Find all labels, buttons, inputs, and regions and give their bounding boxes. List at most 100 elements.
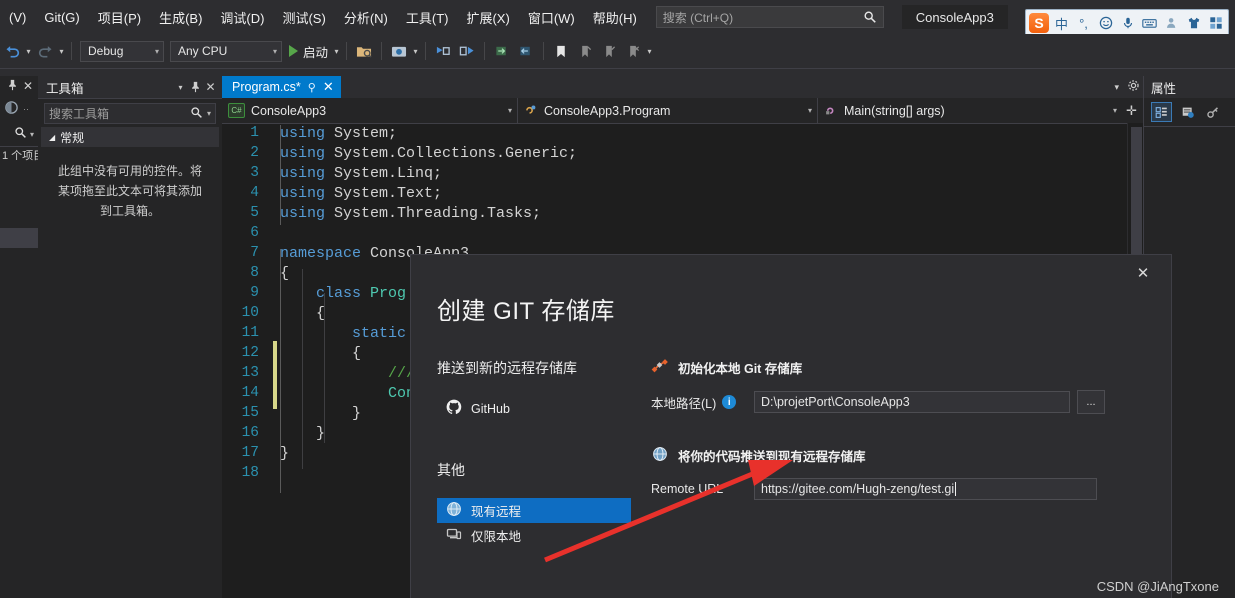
solution-name-chip[interactable]: ConsoleApp3 — [901, 5, 1008, 29]
ime-toolbar[interactable]: S 中 °, — [1025, 9, 1229, 37]
screenshot-dropdown-icon[interactable]: ▾ — [411, 40, 420, 62]
code-line[interactable]: } — [280, 445, 289, 462]
code-line[interactable]: using System.Collections.Generic; — [280, 145, 577, 162]
open-folder-icon[interactable] — [353, 40, 375, 62]
toolbar-separator — [381, 42, 383, 60]
menu-window[interactable]: 窗口(W) — [519, 4, 584, 31]
code-line[interactable]: using System; — [280, 125, 397, 142]
nav-member-combo[interactable]: Main(string[] args) ▾ ✛ — [818, 98, 1144, 123]
properties-icon[interactable] — [1178, 103, 1197, 121]
sogou-logo-icon[interactable]: S — [1029, 13, 1049, 33]
close-icon[interactable]: ✕ — [203, 79, 218, 95]
quick-launch-search[interactable]: 搜索 (Ctrl+Q) — [655, 6, 884, 28]
redo-icon[interactable] — [34, 40, 56, 62]
scrollbar-thumb[interactable] — [1131, 127, 1142, 259]
browse-button[interactable]: ... — [1077, 390, 1105, 414]
nav-project-combo[interactable]: C# ConsoleApp3 ▾ — [222, 98, 518, 123]
code-line[interactable]: using System.Threading.Tasks; — [280, 205, 541, 222]
menu-tools[interactable]: 工具(T) — [397, 4, 458, 31]
undo-icon[interactable] — [1, 40, 23, 62]
toolbox-search-input[interactable]: 搜索工具箱 ▾ — [44, 103, 216, 124]
menu-test[interactable]: 测试(S) — [273, 4, 334, 31]
ime-user-icon[interactable] — [1162, 14, 1181, 33]
csharp-file-icon: C# — [228, 103, 245, 118]
bookmark-icon[interactable] — [550, 40, 572, 62]
line-number: 5 — [250, 205, 259, 221]
code-line[interactable]: using System.Text; — [280, 185, 442, 202]
remote-url-input[interactable]: https://gitee.com/Hugh-zeng/test.gi — [754, 478, 1097, 500]
solution-explorer-icon-row[interactable]: ·· — [0, 96, 38, 122]
chevron-down-icon[interactable]: ▾ — [207, 109, 211, 118]
overflow-dots-icon[interactable]: ·· — [23, 104, 29, 114]
method-icon — [824, 103, 838, 119]
ime-toolbox-icon[interactable] — [1206, 14, 1225, 33]
menu-git[interactable]: Git(G) — [35, 6, 88, 29]
categorized-icon[interactable] — [1151, 102, 1172, 122]
close-icon[interactable]: ✕ — [323, 79, 334, 95]
ime-emoji-icon[interactable] — [1096, 14, 1115, 33]
pin-icon[interactable] — [188, 79, 203, 95]
ime-punctuation[interactable]: °, — [1074, 14, 1093, 33]
local-path-row: 本地路径(L) i D:\projetPort\ConsoleApp3 ... — [651, 390, 1151, 414]
menu-analyze[interactable]: 分析(N) — [335, 4, 397, 31]
next-bookmark-icon[interactable] — [598, 40, 620, 62]
start-dropdown-icon[interactable]: ▾ — [332, 40, 341, 62]
ime-skin-icon[interactable] — [1184, 14, 1203, 33]
toolbox-group-general[interactable]: ◢ 常规 — [41, 127, 219, 147]
outdent-icon[interactable] — [515, 40, 537, 62]
init-local-repo-row: 初始化本地 Git 存储库 — [651, 358, 1151, 377]
ime-chinese-toggle[interactable]: 中 — [1052, 14, 1071, 33]
standard-toolbar: ▾ ▾ Debug ▾ Any CPU ▾ 启动 ▾ ▾ ▾ — [0, 34, 1235, 69]
prev-bookmark-icon[interactable] — [574, 40, 596, 62]
code-line[interactable]: class Prog — [280, 285, 406, 302]
menu-help[interactable]: 帮助(H) — [584, 4, 646, 31]
step-over-icon[interactable] — [456, 40, 478, 62]
chevron-down-icon[interactable]: ▾ — [1114, 82, 1119, 93]
ime-microphone-icon[interactable] — [1118, 14, 1137, 33]
pin-icon[interactable] — [7, 79, 18, 94]
configuration-combo[interactable]: Debug ▾ — [80, 40, 164, 62]
local-path-input[interactable]: D:\projetPort\ConsoleApp3 — [754, 391, 1070, 413]
ime-keyboard-icon[interactable] — [1140, 14, 1159, 33]
line-number: 16 — [241, 425, 259, 441]
remote-url-row: Remote URL https://gitee.com/Hugh-zeng/t… — [651, 478, 1151, 500]
option-github[interactable]: GitHub — [437, 396, 631, 421]
code-line[interactable]: using System.Linq; — [280, 165, 442, 182]
chevron-down-icon: ▾ — [272, 46, 277, 56]
menu-extensions[interactable]: 扩展(X) — [457, 4, 518, 31]
menu-build[interactable]: 生成(B) — [150, 4, 211, 31]
close-icon[interactable]: ✕ — [23, 79, 33, 93]
split-view-icon[interactable]: ✛ — [1126, 103, 1137, 119]
option-existing-remote[interactable]: 现有远程 — [437, 498, 631, 523]
line-number: 13 — [241, 365, 259, 381]
step-into-icon[interactable] — [432, 40, 454, 62]
chevron-down-icon[interactable]: ▾ — [173, 79, 188, 95]
menu-project[interactable]: 项目(P) — [89, 4, 150, 31]
code-line[interactable]: { — [280, 265, 289, 282]
toolbar-overflow-icon[interactable]: ▾ — [645, 40, 654, 62]
chevron-down-icon[interactable]: ▾ — [30, 130, 34, 139]
push-existing-remote-heading: 将你的代码推送到现有远程存储库 — [678, 450, 866, 464]
solution-search[interactable]: ▾ — [0, 122, 38, 147]
platform-combo[interactable]: Any CPU ▾ — [170, 40, 282, 62]
toolbar-separator — [484, 42, 486, 60]
undo-dropdown-icon[interactable]: ▾ — [24, 40, 33, 62]
menu-debug[interactable]: 调试(D) — [211, 4, 273, 31]
indent-icon[interactable] — [491, 40, 513, 62]
code-line[interactable]: { — [280, 345, 361, 362]
code-line[interactable]: } — [280, 405, 361, 422]
gear-icon[interactable] — [1127, 79, 1140, 95]
tab-program-cs[interactable]: Program.cs* ⚲ ✕ — [222, 76, 341, 98]
screenshot-icon[interactable] — [388, 40, 410, 62]
pin-icon[interactable]: ⚲ — [308, 81, 316, 94]
start-debug-button[interactable]: 启动 — [285, 40, 332, 62]
nav-type-combo[interactable]: ConsoleApp3.Program ▾ — [518, 98, 818, 123]
menu-view[interactable]: (V) — [0, 6, 35, 29]
close-icon[interactable]: ✕ — [1129, 261, 1157, 285]
clear-bookmark-icon[interactable] — [622, 40, 644, 62]
option-local-only[interactable]: 仅限本地 — [437, 523, 631, 548]
events-icon[interactable] — [1203, 103, 1222, 121]
redo-dropdown-icon[interactable]: ▾ — [57, 40, 66, 62]
info-icon[interactable]: i — [722, 395, 737, 409]
remote-url-value: https://gitee.com/Hugh-zeng/test.gi — [761, 482, 955, 496]
